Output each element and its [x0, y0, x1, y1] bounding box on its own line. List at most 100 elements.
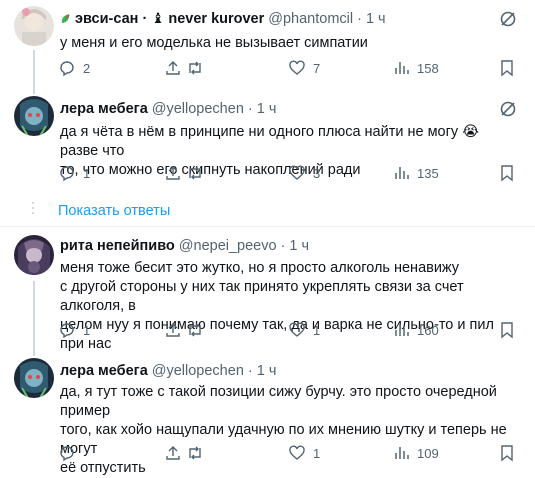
bookmark-icon — [501, 445, 513, 462]
grok-icon[interactable] — [499, 100, 517, 118]
heart-icon — [289, 445, 305, 460]
user-handle[interactable]: @yellopechen — [152, 363, 244, 379]
avatar[interactable] — [14, 235, 54, 275]
reply-icon — [60, 446, 74, 462]
like-count: 7 — [313, 60, 321, 76]
tweet-actions: 1 109 — [56, 444, 521, 464]
bookmark-button[interactable] — [498, 164, 516, 182]
bookmark-button[interactable] — [498, 59, 516, 77]
reply-button[interactable]: 1 — [58, 321, 90, 339]
views-button[interactable]: 109 — [392, 444, 439, 462]
timestamp[interactable]: 1 ч — [257, 101, 277, 117]
tweet-actions: 1 3 135 — [56, 164, 521, 184]
like-button[interactable]: 7 — [288, 59, 320, 77]
share-icon — [166, 166, 180, 180]
tweet-header: лера мебега @yellopechen · 1 ч — [60, 99, 495, 119]
share-button[interactable] — [164, 164, 182, 182]
tweet-header: рита непейпиво @nepei_peevo · 1 ч — [60, 236, 495, 256]
retweet-button[interactable] — [186, 59, 211, 77]
retweet-icon — [189, 61, 201, 75]
tweet-actions: 2 7 158 — [56, 59, 521, 79]
heart-icon — [289, 322, 305, 337]
views-icon — [395, 62, 409, 74]
views-count: 135 — [417, 165, 439, 181]
views-button[interactable]: 158 — [392, 59, 439, 77]
tweet-line: да я чёта в нём в принципе ни одного плю… — [60, 124, 480, 159]
reply-button[interactable]: 1 — [58, 164, 90, 182]
show-replies-link[interactable]: Показать ответы — [58, 203, 170, 219]
reply-icon — [60, 61, 74, 77]
display-name[interactable]: лера мебега — [60, 101, 148, 117]
thread-line — [33, 281, 35, 356]
bookmark-icon — [501, 322, 513, 339]
share-button[interactable] — [164, 59, 182, 77]
timestamp[interactable]: 1 ч — [366, 11, 386, 27]
views-button[interactable]: 135 — [392, 164, 439, 182]
tweet-text: у меня и его моделька не вызывает симпат… — [60, 34, 521, 53]
reply-button[interactable] — [58, 444, 83, 462]
tweet-1[interactable]: эвси-сан · ♝ never kurover @phantomcil ·… — [0, 0, 535, 94]
tweet-3[interactable]: рита непейпиво @nepei_peevo · 1 ч меня т… — [0, 227, 535, 356]
user-handle[interactable]: @nepei_peevo — [179, 238, 277, 254]
verified-leaf-icon — [60, 13, 72, 25]
thread-dots — [31, 202, 35, 217]
separator-dot: · — [280, 238, 286, 254]
reply-icon — [60, 323, 74, 339]
share-icon — [166, 323, 180, 337]
bookmark-icon — [501, 165, 513, 182]
bookmark-button[interactable] — [498, 321, 516, 339]
grok-icon[interactable] — [499, 10, 517, 28]
separator-dot: · — [247, 363, 253, 379]
thread-line — [33, 50, 35, 94]
bookmark-icon — [501, 60, 513, 77]
share-button[interactable] — [164, 321, 182, 339]
like-count: 1 — [313, 322, 321, 338]
share-button[interactable] — [164, 444, 182, 462]
tweet-2[interactable]: лера мебега @yellopechen · 1 ч да я чёта… — [0, 90, 535, 195]
separator-dot: · — [247, 101, 253, 117]
reply-count: 1 — [83, 322, 91, 338]
heart-icon — [289, 165, 305, 180]
display-name[interactable]: рита непейпиво — [60, 238, 175, 254]
avatar[interactable] — [14, 6, 54, 46]
reply-count: 1 — [83, 165, 91, 181]
views-icon — [395, 447, 409, 459]
views-icon — [395, 167, 409, 179]
retweet-icon — [189, 166, 201, 180]
views-count: 160 — [417, 322, 439, 338]
heart-icon — [289, 60, 305, 75]
reply-count: 2 — [83, 60, 91, 76]
like-button[interactable]: 3 — [288, 164, 320, 182]
reply-icon — [60, 166, 74, 182]
views-icon — [395, 324, 409, 336]
user-handle[interactable]: @yellopechen — [152, 101, 244, 117]
user-handle[interactable]: @phantomcil — [268, 11, 353, 27]
like-button[interactable]: 1 — [288, 321, 320, 339]
display-name[interactable]: лера мебега — [60, 363, 148, 379]
views-count: 158 — [417, 60, 439, 76]
avatar[interactable] — [14, 96, 54, 136]
retweet-button[interactable] — [186, 321, 211, 339]
tweet-header: эвси-сан · ♝ never kurover @phantomcil ·… — [60, 9, 495, 29]
tweet-actions: 1 1 160 — [56, 321, 521, 341]
share-icon — [166, 446, 180, 460]
display-name[interactable]: эвси-сан · ♝ never kurover — [75, 11, 264, 27]
reply-button[interactable]: 2 — [58, 59, 90, 77]
like-button[interactable]: 1 — [288, 444, 320, 462]
like-count: 1 — [313, 445, 321, 461]
tweet-line: меня тоже бесит это жутко, но я просто а… — [60, 260, 460, 276]
tweet-4[interactable]: лера мебега @yellopechen · 1 ч да, я тут… — [0, 352, 535, 476]
tweet-line: у меня и его моделька не вызывает симпат… — [60, 35, 368, 51]
timestamp[interactable]: 1 ч — [289, 238, 309, 254]
bookmark-button[interactable] — [498, 444, 516, 462]
timestamp[interactable]: 1 ч — [257, 363, 277, 379]
tweet-line: с другой стороны у них так принято укреп… — [60, 279, 464, 314]
tweet-header: лера мебега @yellopechen · 1 ч — [60, 361, 495, 381]
retweet-icon — [189, 323, 201, 337]
avatar[interactable] — [14, 358, 54, 398]
share-icon — [166, 61, 180, 75]
views-count: 109 — [417, 445, 439, 461]
views-button[interactable]: 160 — [392, 321, 439, 339]
retweet-button[interactable] — [186, 444, 211, 462]
retweet-button[interactable] — [186, 164, 211, 182]
